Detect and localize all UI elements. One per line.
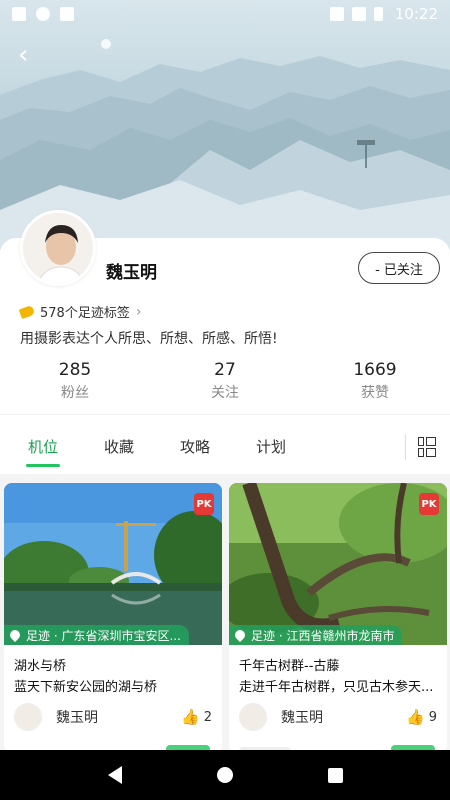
signal-icon — [351, 7, 366, 21]
stat-value: 1669 — [353, 360, 397, 380]
stat-label: 粉丝 — [61, 385, 89, 401]
post-title: 千年古树群--古藤 — [239, 659, 340, 674]
nav-recents-icon[interactable] — [327, 767, 343, 783]
post-card[interactable]: PK 足迹 · 广东省深圳市宝安区... 湖水与桥 蓝天下新安公园的湖与桥 魏玉… — [4, 483, 222, 753]
stat-followers[interactable]: 285 粉丝 — [0, 360, 150, 402]
location-pin-icon — [7, 627, 23, 643]
post-footer: 魏玉明 👍 2 — [4, 695, 222, 731]
record-icon — [36, 7, 50, 21]
bio: 用摄影表达个人所思、所想、所感、所悟! — [20, 331, 278, 347]
back-icon[interactable]: ‹ — [18, 42, 40, 68]
sd-card-icon — [60, 7, 74, 21]
tab-plans[interactable]: 计划 — [256, 436, 286, 457]
like-count: 2 — [203, 709, 212, 725]
tab-separator — [405, 434, 406, 460]
post-title: 湖水与桥 — [14, 659, 67, 674]
stat-label: 关注 — [211, 385, 239, 401]
following-button[interactable]: - 已关注 — [358, 252, 440, 284]
like-button[interactable]: 👍 9 — [406, 708, 437, 726]
stat-value: 285 — [58, 360, 92, 380]
location-pin-icon — [232, 627, 248, 643]
stat-likes[interactable]: 1669 获赞 — [300, 360, 450, 402]
tab-spots[interactable]: 机位 — [25, 436, 61, 467]
author-avatar[interactable] — [14, 703, 42, 731]
post-photo: PK 足迹 · 江西省赣州市龙南市 — [229, 483, 447, 645]
post-footer: 魏玉明 👍 9 — [229, 695, 447, 731]
battery-icon — [373, 7, 383, 21]
thumbs-up-icon: 👍 — [406, 708, 425, 726]
system-nav-bar — [0, 750, 450, 800]
wifi-icon — [329, 7, 344, 21]
nav-back-icon[interactable] — [107, 766, 122, 784]
location-text: 足迹 · 广东省深圳市宝安区... — [26, 628, 181, 643]
pk-badge-icon[interactable]: PK — [194, 493, 214, 515]
avatar[interactable] — [20, 210, 96, 286]
username: 魏玉明 — [106, 263, 157, 283]
status-bar: 10:22 — [0, 0, 450, 28]
footprint-tags-link[interactable]: 578个足迹标签 › — [18, 302, 142, 321]
location-chip[interactable]: 足迹 · 江西省赣州市龙南市 — [229, 625, 403, 645]
chevron-right-icon: › — [135, 303, 142, 320]
clock: 10:22 — [394, 5, 438, 23]
post-card[interactable]: PK 足迹 · 江西省赣州市龙南市 千年古树群--古藤 走进千年古树群，只见古木… — [229, 483, 447, 753]
post-description: 蓝天下新安公园的湖与桥 — [14, 680, 158, 695]
pk-badge-icon[interactable]: PK — [419, 493, 439, 515]
stat-following[interactable]: 27 关注 — [150, 360, 300, 402]
author-name[interactable]: 魏玉明 — [281, 707, 323, 727]
post-description: 走进千年古树群，只见古木参天... — [239, 680, 434, 695]
like-count: 9 — [428, 709, 437, 725]
author-avatar[interactable] — [239, 703, 267, 731]
nav-home-icon[interactable] — [216, 767, 233, 783]
divider — [0, 414, 450, 415]
stat-label: 获赞 — [361, 385, 389, 401]
layout-toggle-icon[interactable] — [418, 437, 438, 457]
tag-icon — [18, 304, 36, 319]
author-name[interactable]: 魏玉明 — [56, 707, 98, 727]
notes-icon — [12, 7, 26, 21]
tab-favorites[interactable]: 收藏 — [104, 436, 134, 457]
tab-guides[interactable]: 攻略 — [180, 436, 210, 457]
thumbs-up-icon: 👍 — [181, 708, 200, 726]
tab-bar: 机位 收藏 攻略 计划 — [0, 418, 450, 474]
location-chip[interactable]: 足迹 · 广东省深圳市宝安区... — [4, 625, 189, 645]
location-text: 足迹 · 江西省赣州市龙南市 — [251, 628, 395, 643]
stat-value: 27 — [214, 360, 236, 380]
like-button[interactable]: 👍 2 — [181, 708, 212, 726]
post-photo: PK 足迹 · 广东省深圳市宝安区... — [4, 483, 222, 645]
stats-row: 285 粉丝 27 关注 1669 获赞 — [0, 360, 450, 402]
footprint-tags-count: 578个足迹标签 — [40, 306, 130, 321]
